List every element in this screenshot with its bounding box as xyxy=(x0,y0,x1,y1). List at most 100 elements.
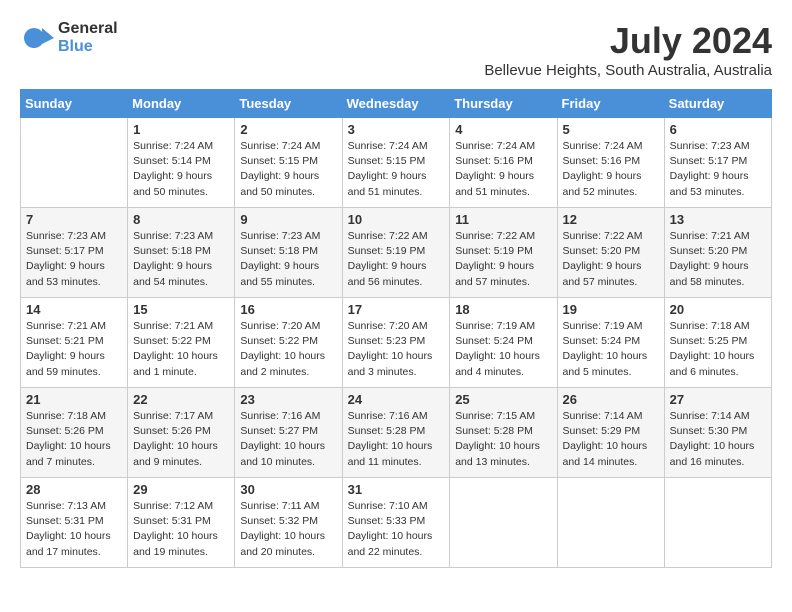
day-number: 22 xyxy=(133,392,229,407)
day-number: 21 xyxy=(26,392,122,407)
calendar-cell: 24 Sunrise: 7:16 AM Sunset: 5:28 PM Dayli… xyxy=(342,388,450,478)
day-number: 23 xyxy=(240,392,336,407)
day-number: 24 xyxy=(348,392,445,407)
calendar-cell: 28Sunrise: 7:13 AM Sunset: 5:31 PM Dayli… xyxy=(21,478,128,568)
day-info: Sunrise: 7:20 AM Sunset: 5:22 PM Dayligh… xyxy=(240,319,336,380)
calendar-cell: 4 Sunrise: 7:24 AM Sunset: 5:16 PM Daylig… xyxy=(450,118,557,208)
day-info: Sunrise: 7:20 AM Sunset: 5:23 PM Dayligh… xyxy=(348,319,445,380)
calendar-table: SundayMondayTuesdayWednesdayThursdayFrid… xyxy=(20,89,772,568)
day-info: Sunrise: 7:24 AM Sunset: 5:15 PM Dayligh… xyxy=(348,139,445,200)
day-info: Sunrise: 7:23 AM Sunset: 5:17 PM Dayligh… xyxy=(26,229,122,290)
day-number: 17 xyxy=(348,302,445,317)
calendar-cell: 9Sunrise: 7:23 AM Sunset: 5:18 PM Daylig… xyxy=(235,208,342,298)
calendar-cell: 18 Sunrise: 7:19 AM Sunset: 5:24 PM Dayli… xyxy=(450,298,557,388)
day-number: 1 xyxy=(133,122,229,137)
day-number: 16 xyxy=(240,302,336,317)
day-info: Sunrise: 7:24 AM Sunset: 5:16 PM Dayligh… xyxy=(455,139,551,200)
day-number: 15 xyxy=(133,302,229,317)
day-info: Sunrise: 7:22 AM Sunset: 5:19 PM Dayligh… xyxy=(348,229,445,290)
calendar-cell: 27Sunrise: 7:14 AM Sunset: 5:30 PM Dayli… xyxy=(664,388,771,478)
col-header-thursday: Thursday xyxy=(450,90,557,118)
day-number: 26 xyxy=(563,392,659,407)
day-info: Sunrise: 7:24 AM Sunset: 5:15 PM Dayligh… xyxy=(240,139,336,200)
day-number: 5 xyxy=(563,122,659,137)
day-number: 2 xyxy=(240,122,336,137)
calendar-cell: 13 Sunrise: 7:21 AM Sunset: 5:20 PM Dayli… xyxy=(664,208,771,298)
day-info: Sunrise: 7:23 AM Sunset: 5:17 PM Dayligh… xyxy=(670,139,766,200)
col-header-wednesday: Wednesday xyxy=(342,90,450,118)
calendar-cell: 21 Sunrise: 7:18 AM Sunset: 5:26 PM Dayli… xyxy=(21,388,128,478)
calendar-cell: 2 Sunrise: 7:24 AM Sunset: 5:15 PM Daylig… xyxy=(235,118,342,208)
day-info: Sunrise: 7:14 AM Sunset: 5:29 PM Dayligh… xyxy=(563,409,659,470)
day-info: Sunrise: 7:11 AM Sunset: 5:32 PM Dayligh… xyxy=(240,499,336,560)
col-header-tuesday: Tuesday xyxy=(235,90,342,118)
day-info: Sunrise: 7:16 AM Sunset: 5:28 PM Dayligh… xyxy=(348,409,445,470)
day-info: Sunrise: 7:21 AM Sunset: 5:22 PM Dayligh… xyxy=(133,319,229,380)
day-number: 4 xyxy=(455,122,551,137)
logo: General Blue xyxy=(20,20,118,56)
day-info: Sunrise: 7:14 AM Sunset: 5:30 PM Dayligh… xyxy=(670,409,766,470)
calendar-cell: 14 Sunrise: 7:21 AM Sunset: 5:21 PM Dayli… xyxy=(21,298,128,388)
day-info: Sunrise: 7:10 AM Sunset: 5:33 PM Dayligh… xyxy=(348,499,445,560)
day-number: 14 xyxy=(26,302,122,317)
day-number: 13 xyxy=(670,212,766,227)
logo-blue: Blue xyxy=(58,38,118,56)
day-info: Sunrise: 7:16 AM Sunset: 5:27 PM Dayligh… xyxy=(240,409,336,470)
day-number: 7 xyxy=(26,212,122,227)
calendar-cell xyxy=(450,478,557,568)
calendar-cell: 10 Sunrise: 7:22 AM Sunset: 5:19 PM Dayli… xyxy=(342,208,450,298)
day-number: 19 xyxy=(563,302,659,317)
calendar-cell: 16 Sunrise: 7:20 AM Sunset: 5:22 PM Dayli… xyxy=(235,298,342,388)
location-title: Bellevue Heights, South Australia, Austr… xyxy=(484,62,772,79)
month-title: July 2024 xyxy=(484,20,772,62)
day-info: Sunrise: 7:21 AM Sunset: 5:20 PM Dayligh… xyxy=(670,229,766,290)
day-info: Sunrise: 7:23 AM Sunset: 5:18 PM Dayligh… xyxy=(133,229,229,290)
day-number: 11 xyxy=(455,212,551,227)
calendar-cell xyxy=(21,118,128,208)
day-info: Sunrise: 7:18 AM Sunset: 5:26 PM Dayligh… xyxy=(26,409,122,470)
day-info: Sunrise: 7:19 AM Sunset: 5:24 PM Dayligh… xyxy=(563,319,659,380)
calendar-cell: 11Sunrise: 7:22 AM Sunset: 5:19 PM Dayli… xyxy=(450,208,557,298)
calendar-week-4: 21 Sunrise: 7:18 AM Sunset: 5:26 PM Dayli… xyxy=(21,388,772,478)
day-number: 10 xyxy=(348,212,445,227)
day-number: 6 xyxy=(670,122,766,137)
calendar-cell: 3 Sunrise: 7:24 AM Sunset: 5:15 PM Daylig… xyxy=(342,118,450,208)
day-info: Sunrise: 7:17 AM Sunset: 5:26 PM Dayligh… xyxy=(133,409,229,470)
day-number: 28 xyxy=(26,482,122,497)
logo-general: General xyxy=(58,20,118,38)
logo-icon xyxy=(20,20,56,56)
day-info: Sunrise: 7:19 AM Sunset: 5:24 PM Dayligh… xyxy=(455,319,551,380)
day-number: 3 xyxy=(348,122,445,137)
day-info: Sunrise: 7:24 AM Sunset: 5:16 PM Dayligh… xyxy=(563,139,659,200)
calendar-cell: 19 Sunrise: 7:19 AM Sunset: 5:24 PM Dayli… xyxy=(557,298,664,388)
day-number: 12 xyxy=(563,212,659,227)
day-info: Sunrise: 7:21 AM Sunset: 5:21 PM Dayligh… xyxy=(26,319,122,380)
calendar-cell: 15 Sunrise: 7:21 AM Sunset: 5:22 PM Dayli… xyxy=(128,298,235,388)
calendar-cell: 25Sunrise: 7:15 AM Sunset: 5:28 PM Dayli… xyxy=(450,388,557,478)
day-number: 18 xyxy=(455,302,551,317)
calendar-week-5: 28Sunrise: 7:13 AM Sunset: 5:31 PM Dayli… xyxy=(21,478,772,568)
calendar-cell: 26 Sunrise: 7:14 AM Sunset: 5:29 PM Dayli… xyxy=(557,388,664,478)
col-header-sunday: Sunday xyxy=(21,90,128,118)
calendar-cell: 22 Sunrise: 7:17 AM Sunset: 5:26 PM Dayli… xyxy=(128,388,235,478)
calendar-week-3: 14 Sunrise: 7:21 AM Sunset: 5:21 PM Dayli… xyxy=(21,298,772,388)
calendar-cell: 7 Sunrise: 7:23 AM Sunset: 5:17 PM Daylig… xyxy=(21,208,128,298)
day-number: 30 xyxy=(240,482,336,497)
calendar-header-row: SundayMondayTuesdayWednesdayThursdayFrid… xyxy=(21,90,772,118)
day-info: Sunrise: 7:15 AM Sunset: 5:28 PM Dayligh… xyxy=(455,409,551,470)
col-header-saturday: Saturday xyxy=(664,90,771,118)
calendar-cell: 29 Sunrise: 7:12 AM Sunset: 5:31 PM Dayli… xyxy=(128,478,235,568)
day-number: 29 xyxy=(133,482,229,497)
day-info: Sunrise: 7:23 AM Sunset: 5:18 PM Dayligh… xyxy=(240,229,336,290)
calendar-cell: 20Sunrise: 7:18 AM Sunset: 5:25 PM Dayli… xyxy=(664,298,771,388)
day-number: 20 xyxy=(670,302,766,317)
day-info: Sunrise: 7:24 AM Sunset: 5:14 PM Dayligh… xyxy=(133,139,229,200)
calendar-cell: 31 Sunrise: 7:10 AM Sunset: 5:33 PM Dayli… xyxy=(342,478,450,568)
calendar-cell: 12Sunrise: 7:22 AM Sunset: 5:20 PM Dayli… xyxy=(557,208,664,298)
col-header-monday: Monday xyxy=(128,90,235,118)
day-info: Sunrise: 7:12 AM Sunset: 5:31 PM Dayligh… xyxy=(133,499,229,560)
calendar-cell: 30 Sunrise: 7:11 AM Sunset: 5:32 PM Dayli… xyxy=(235,478,342,568)
calendar-cell: 17 Sunrise: 7:20 AM Sunset: 5:23 PM Dayli… xyxy=(342,298,450,388)
calendar-cell xyxy=(557,478,664,568)
day-number: 31 xyxy=(348,482,445,497)
